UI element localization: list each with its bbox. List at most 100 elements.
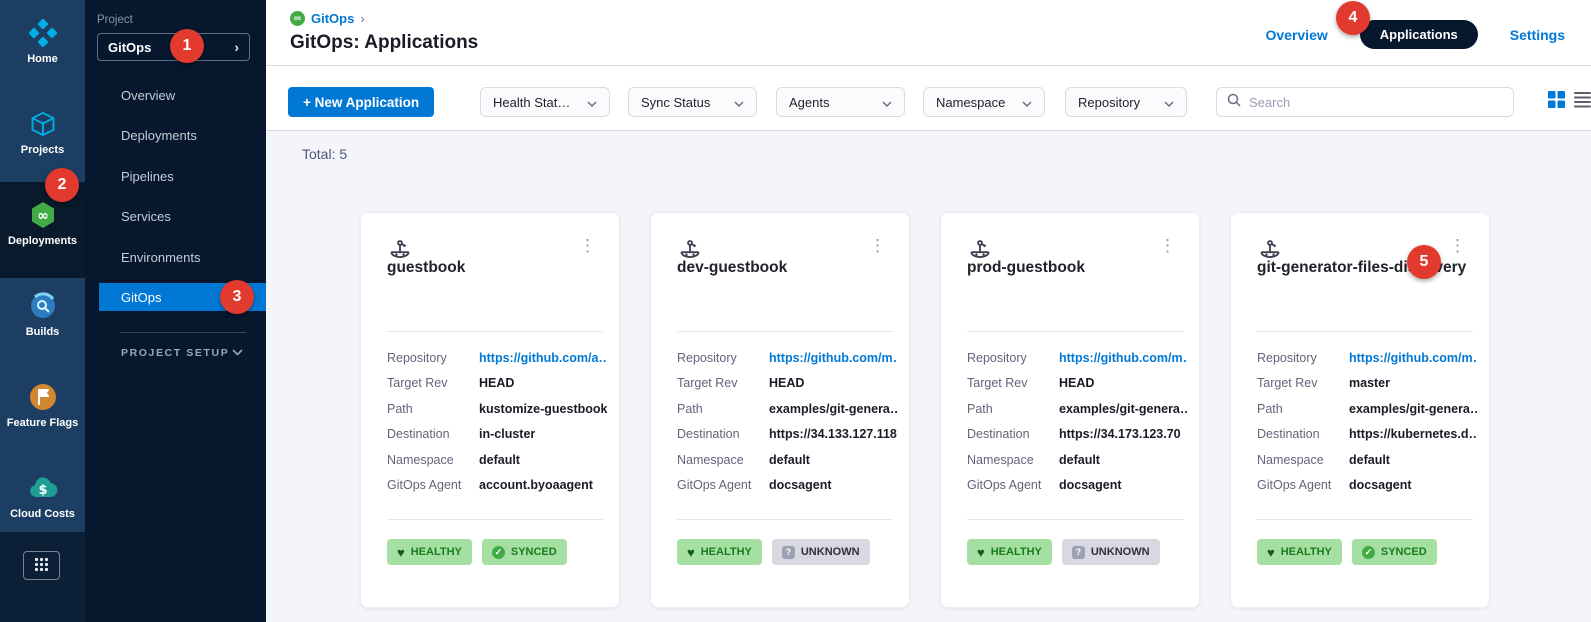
target-rev-value: HEAD bbox=[479, 376, 514, 390]
detail-row: Pathexamples/git-genera… bbox=[1257, 396, 1477, 422]
application-name: guestbook bbox=[387, 259, 465, 277]
card-details: Repositoryhttps://github.com/m… Target R… bbox=[677, 345, 897, 498]
search-input[interactable] bbox=[1249, 95, 1503, 110]
cube-icon bbox=[29, 107, 57, 141]
repository-link[interactable]: https://github.com/m… bbox=[1059, 351, 1187, 365]
badge-label: HEALTHY bbox=[991, 546, 1042, 558]
list-view-toggle[interactable] bbox=[1574, 91, 1591, 113]
rail-item-deployments[interactable]: ∞ Deployments bbox=[0, 198, 85, 264]
annotation-badge-3: 3 bbox=[220, 280, 254, 314]
card-divider bbox=[967, 519, 1183, 520]
path-value: examples/git-genera… bbox=[1349, 402, 1477, 416]
project-label: Project bbox=[97, 14, 133, 26]
module-rail: Home Projects ∞ Deployments Builds Featu… bbox=[0, 0, 85, 622]
badge-label: HEALTHY bbox=[411, 546, 462, 558]
chevron-down-icon bbox=[882, 95, 892, 110]
detail-row: Target RevHEAD bbox=[967, 371, 1187, 397]
row-label: Path bbox=[677, 402, 769, 416]
row-label: Namespace bbox=[967, 453, 1059, 467]
search-icon bbox=[1227, 93, 1241, 112]
annotation-badge-5: 5 bbox=[1407, 245, 1441, 279]
detail-row: Namespacedefault bbox=[387, 447, 607, 473]
rail-item-builds[interactable]: Builds bbox=[0, 289, 85, 355]
row-label: GitOps Agent bbox=[677, 478, 769, 492]
health-status-badge: ♥HEALTHY bbox=[387, 539, 472, 565]
detail-row: Destinationhttps://kubernetes.d… bbox=[1257, 422, 1477, 448]
new-application-button[interactable]: + New Application bbox=[288, 87, 434, 117]
namespace-value: default bbox=[1349, 453, 1390, 467]
kebab-menu-icon[interactable]: ⋮ bbox=[1444, 235, 1471, 256]
target-rev-value: HEAD bbox=[1059, 376, 1094, 390]
application-card-prod-guestbook[interactable]: ⋮ prod-guestbook Repositoryhttps://githu… bbox=[940, 212, 1200, 608]
module-switcher-button[interactable] bbox=[23, 551, 60, 580]
sidebar-item-pipelines[interactable]: Pipelines bbox=[85, 156, 266, 196]
check-circle-icon: ✓ bbox=[492, 546, 505, 559]
chevron-down-icon bbox=[587, 95, 597, 110]
grid-view-toggle[interactable] bbox=[1548, 91, 1565, 113]
namespace-filter[interactable]: Namespace bbox=[923, 87, 1045, 117]
project-setup-toggle[interactable]: PROJECT SETUP bbox=[121, 342, 243, 364]
card-details: Repositoryhttps://github.com/m… Target R… bbox=[1257, 345, 1477, 498]
application-card-guestbook[interactable]: ⋮ guestbook Repositoryhttps://github.com… bbox=[360, 212, 620, 608]
status-badges: ♥HEALTHY ?UNKNOWN bbox=[967, 539, 1160, 565]
health-status-badge: ♥HEALTHY bbox=[967, 539, 1052, 565]
rail-item-projects[interactable]: Projects bbox=[0, 107, 85, 173]
badge-label: UNKNOWN bbox=[801, 546, 860, 558]
toolbar: + New Application Health Stat… Sync Stat… bbox=[266, 66, 1591, 131]
rail-item-feature-flags[interactable]: Feature Flags bbox=[0, 380, 85, 446]
tab-overview[interactable]: Overview bbox=[1265, 27, 1327, 43]
path-value: examples/git-genera… bbox=[769, 402, 897, 416]
detail-row: Repositoryhttps://github.com/a… bbox=[387, 345, 607, 371]
annotation-badge-1: 1 bbox=[170, 29, 204, 63]
application-card-git-generator-files-discovery[interactable]: ⋮ git-generator-files-discovery Reposito… bbox=[1230, 212, 1490, 608]
status-badges: ♥HEALTHY ?UNKNOWN bbox=[677, 539, 870, 565]
annotation-badge-2: 2 bbox=[45, 168, 79, 202]
rail-item-home[interactable]: Home bbox=[0, 16, 85, 82]
card-divider bbox=[1257, 331, 1473, 332]
sidebar-item-deployments[interactable]: Deployments bbox=[85, 115, 266, 155]
repository-link[interactable]: https://github.com/m… bbox=[1349, 351, 1477, 365]
sidebar-item-overview[interactable]: Overview bbox=[85, 75, 266, 115]
detail-row: Target RevHEAD bbox=[387, 371, 607, 397]
detail-row: Pathkustomize-guestbook bbox=[387, 396, 607, 422]
row-label: Repository bbox=[967, 351, 1059, 365]
detail-row: Namespacedefault bbox=[677, 447, 897, 473]
detail-row: Namespacedefault bbox=[1257, 447, 1477, 473]
row-label: Path bbox=[967, 402, 1059, 416]
check-circle-icon: ✓ bbox=[1362, 546, 1375, 559]
sync-status-filter[interactable]: Sync Status bbox=[628, 87, 757, 117]
rail-item-label: Home bbox=[27, 53, 58, 65]
repository-filter[interactable]: Repository bbox=[1065, 87, 1187, 117]
row-label: Namespace bbox=[1257, 453, 1349, 467]
rail-item-cloud-costs[interactable]: $ Cloud Costs bbox=[0, 471, 85, 537]
target-rev-value: HEAD bbox=[769, 376, 804, 390]
kebab-menu-icon[interactable]: ⋮ bbox=[864, 235, 891, 256]
kebab-menu-icon[interactable]: ⋮ bbox=[574, 235, 601, 256]
badge-label: SYNCED bbox=[1381, 546, 1427, 558]
agents-filter[interactable]: Agents bbox=[776, 87, 905, 117]
repository-link[interactable]: https://github.com/m… bbox=[769, 351, 897, 365]
chevron-down-icon bbox=[1022, 95, 1032, 110]
kebab-menu-icon[interactable]: ⋮ bbox=[1154, 235, 1181, 256]
tab-settings[interactable]: Settings bbox=[1510, 27, 1565, 43]
search-box bbox=[1216, 87, 1514, 117]
sidebar-item-environments[interactable]: Environments bbox=[85, 237, 266, 277]
health-status-filter[interactable]: Health Stat… bbox=[480, 87, 610, 117]
annotation-badge-4: 4 bbox=[1336, 1, 1370, 35]
application-card-dev-guestbook[interactable]: ⋮ dev-guestbook Repositoryhttps://github… bbox=[650, 212, 910, 608]
sidebar-item-services[interactable]: Services bbox=[85, 196, 266, 236]
row-label: Destination bbox=[967, 427, 1059, 441]
agent-value: docsagent bbox=[769, 478, 832, 492]
row-label: Namespace bbox=[677, 453, 769, 467]
repository-link[interactable]: https://github.com/a… bbox=[479, 351, 607, 365]
row-label: Destination bbox=[1257, 427, 1349, 441]
tab-applications[interactable]: Applications bbox=[1360, 20, 1478, 49]
row-label: GitOps Agent bbox=[1257, 478, 1349, 492]
row-label: Namespace bbox=[387, 453, 479, 467]
destination-value: https://kubernetes.d… bbox=[1349, 427, 1477, 441]
status-badges: ♥HEALTHY ✓SYNCED bbox=[387, 539, 567, 565]
breadcrumb-gitops-link[interactable]: GitOps bbox=[311, 11, 354, 26]
row-label: GitOps Agent bbox=[387, 478, 479, 492]
sidebar-item-label: Deployments bbox=[121, 128, 197, 143]
card-details: Repositoryhttps://github.com/a… Target R… bbox=[387, 345, 607, 498]
